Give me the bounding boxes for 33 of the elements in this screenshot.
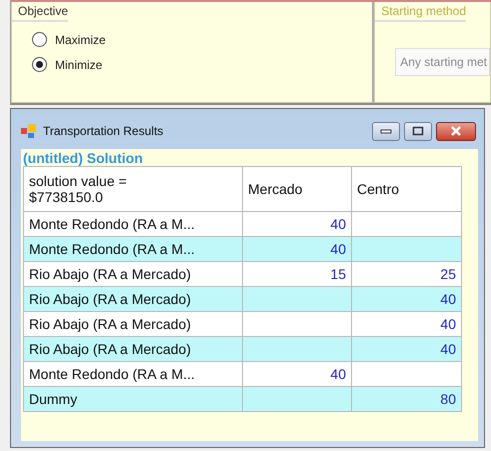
column-header: solution value = $7738150.0 (24, 166, 242, 212)
table-cell: Rio Abajo (RA a Mercado) (24, 262, 242, 286)
window-title: Transportation Results (43, 124, 164, 138)
table-cell: Rio Abajo (RA a Mercado) (24, 286, 242, 312)
close-icon (450, 126, 462, 136)
minimize-icon (380, 128, 392, 134)
column-header: Mercado (242, 166, 352, 212)
table-cell: 15 (242, 262, 352, 286)
table-cell: 40 (242, 362, 352, 386)
table-cell: Monte Redondo (RA a M... (24, 212, 242, 236)
table-cell: Monte Redondo (RA a M... (24, 362, 242, 386)
maximize-icon (412, 126, 424, 136)
table-cell: 80 (352, 386, 462, 412)
maximize-button[interactable] (404, 122, 432, 140)
table-cell: Rio Abajo (RA a Mercado) (24, 336, 242, 362)
table-cell: 40 (352, 286, 462, 312)
close-button[interactable] (436, 122, 476, 140)
table-cell: 40 (242, 212, 352, 236)
app-icon (21, 124, 37, 138)
table-cell: Rio Abajo (RA a Mercado) (24, 312, 242, 336)
table-cell: 40 (352, 312, 462, 336)
table-cell: Dummy (24, 386, 242, 412)
radio-option[interactable]: Minimize (32, 57, 372, 72)
radio-button[interactable] (32, 32, 47, 47)
radio-option[interactable]: Maximize (32, 32, 372, 47)
radio-button[interactable] (32, 57, 47, 72)
table-cell: 25 (352, 262, 462, 286)
table-cell: Monte Redondo (RA a M... (24, 236, 242, 262)
column-header: Centro (352, 166, 462, 212)
table-cell: 40 (242, 236, 352, 262)
solution-title: (untitled) Solution (22, 149, 144, 166)
minimize-button[interactable] (372, 122, 400, 140)
table-cell: 40 (352, 336, 462, 362)
